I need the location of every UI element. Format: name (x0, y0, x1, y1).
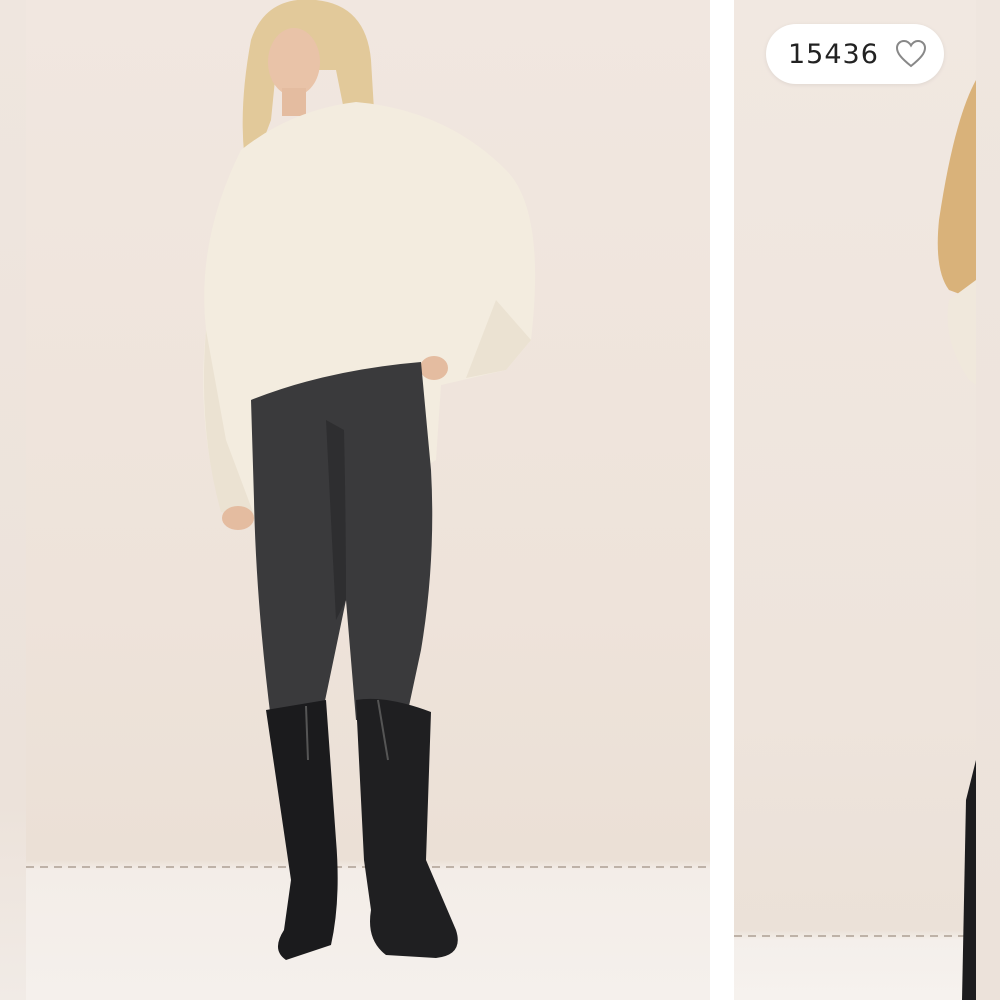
product-photo-main[interactable] (26, 0, 710, 1000)
next-model-figure (937, 80, 976, 1000)
likes-button[interactable]: 15436 (766, 24, 944, 84)
previous-photo-preview[interactable] (0, 0, 26, 1000)
heart-outline-icon[interactable] (895, 39, 927, 69)
gallery-divider (710, 0, 734, 1000)
likes-count: 15436 (788, 38, 879, 70)
listing-photo-gallery[interactable]: 15436 (0, 0, 1000, 1000)
edge-photo-preview (976, 0, 1000, 1000)
model-figure (203, 0, 536, 960)
next-photo-preview[interactable] (734, 0, 976, 1000)
